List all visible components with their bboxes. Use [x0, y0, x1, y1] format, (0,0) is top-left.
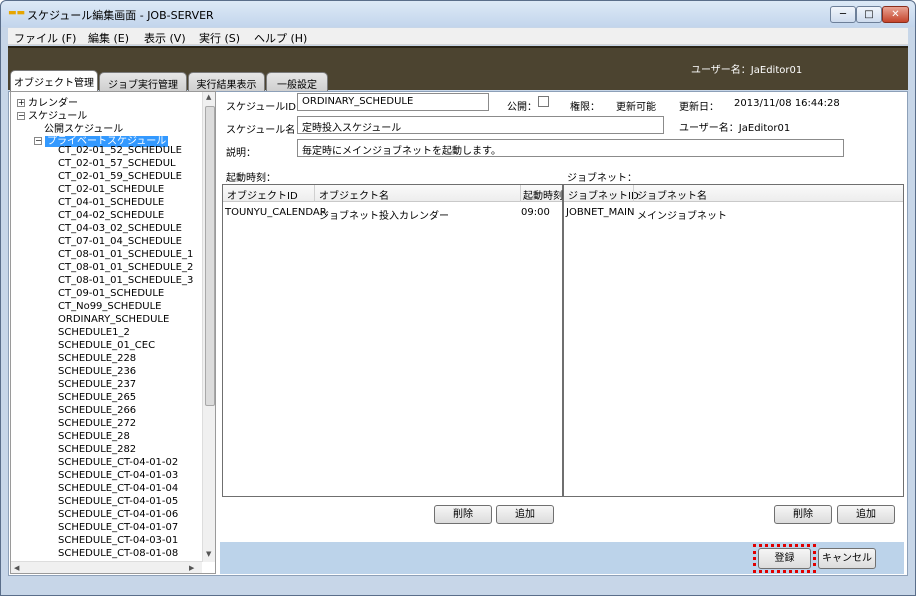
- object-tree: + カレンダー − スケジュール 公開スケジュール − プライベートスケジュール CT…: [10, 91, 216, 574]
- highlight-box: [753, 544, 816, 573]
- permission-value: 更新可能: [616, 102, 656, 113]
- minimize-button[interactable]: ─: [830, 6, 856, 23]
- jobnets-table[interactable]: ジョブネットID ジョブネット名 JOBNET_MAIN メインジョブネット: [563, 184, 904, 497]
- title-bar: ▬▬ スケジュール編集画面 - JOB-SERVER ─ □ ✕: [1, 1, 915, 27]
- tab-job-execution[interactable]: ジョブ実行管理: [99, 72, 187, 91]
- tab-general-settings[interactable]: 一般設定: [266, 72, 328, 91]
- tab-object-management[interactable]: オブジェクト管理: [10, 70, 98, 92]
- tree-item-schedule-entry[interactable]: SCHEDULE_01_CEC: [58, 340, 155, 351]
- scroll-right-icon[interactable]: ▶: [189, 564, 194, 572]
- public-label: 公開：: [507, 102, 537, 113]
- start-times-add-button[interactable]: 追加: [496, 505, 554, 524]
- tree-vertical-scrollbar[interactable]: ▲ ▼: [202, 92, 215, 562]
- schedule-id-field[interactable]: ORDINARY_SCHEDULE: [297, 93, 489, 111]
- jobnets-label: ジョブネット：: [567, 173, 637, 184]
- tree-item-schedule-entry[interactable]: SCHEDULE_CT-08-01-08: [58, 548, 178, 559]
- tree-item-schedule-entry[interactable]: SCHEDULE_CT-04-01-04: [58, 483, 178, 494]
- table-cell[interactable]: JOBNET_MAIN: [566, 207, 635, 218]
- tree-item-schedule-entry[interactable]: CT_04-02_SCHEDULE: [58, 210, 164, 221]
- tree-item-schedule-entry[interactable]: SCHEDULE_237: [58, 379, 136, 390]
- tree-item-schedule-entry[interactable]: SCHEDULE_265: [58, 392, 136, 403]
- scroll-down-icon[interactable]: ▼: [206, 550, 211, 558]
- expand-icon[interactable]: +: [17, 99, 25, 107]
- table-cell[interactable]: ジョブネット投入カレンダー: [319, 207, 449, 222]
- jobnets-header: ジョブネットID ジョブネット名: [564, 185, 903, 202]
- close-button[interactable]: ✕: [882, 6, 909, 23]
- tree-item-schedule-entry[interactable]: SCHEDULE_CT-04-01-03: [58, 470, 178, 481]
- jobnets-add-button[interactable]: 追加: [837, 505, 895, 524]
- public-checkbox[interactable]: [538, 96, 549, 107]
- form-user-label: ユーザー名：JaEditor01: [679, 123, 791, 134]
- menu-bar: ファイル (F) 編集 (E) 表示 (V) 実行 (S) ヘルプ (H): [8, 28, 908, 45]
- menu-view[interactable]: 表示 (V): [144, 30, 186, 46]
- app-window: ▬▬ スケジュール編集画面 - JOB-SERVER ─ □ ✕ ファイル (F…: [0, 0, 916, 596]
- tree-item-schedule-entry[interactable]: CT_No99_SCHEDULE: [58, 301, 162, 312]
- header-user-label: ユーザー名：JaEditor01: [691, 65, 803, 76]
- tree-item-schedule-entry[interactable]: SCHEDULE1_2: [58, 327, 130, 338]
- col-jobnet-name[interactable]: ジョブネット名: [637, 187, 707, 202]
- scroll-thumb[interactable]: [205, 106, 215, 406]
- menu-file[interactable]: ファイル (F): [14, 30, 76, 46]
- maximize-button[interactable]: □: [856, 6, 882, 23]
- jobnets-delete-button[interactable]: 削除: [774, 505, 832, 524]
- window-title: スケジュール編集画面 - JOB-SERVER: [27, 9, 214, 22]
- description-label: 説明：: [226, 148, 256, 159]
- col-object-name[interactable]: オブジェクト名: [319, 187, 389, 202]
- tree-item-schedule-entry[interactable]: SCHEDULE_28: [58, 431, 130, 442]
- tree-horizontal-scrollbar[interactable]: ◀ ▶: [11, 561, 202, 573]
- tree-item-schedule-entry[interactable]: SCHEDULE_282: [58, 444, 136, 455]
- menu-run[interactable]: 実行 (S): [199, 30, 240, 46]
- schedule-name-field[interactable]: 定時投入スケジュール: [297, 116, 664, 134]
- updated-value: 2013/11/08 16:44:28: [734, 98, 840, 109]
- start-times-label: 起動時刻：: [226, 173, 276, 184]
- tree-item-schedule-entry[interactable]: CT_08-01_01_SCHEDULE_2: [58, 262, 193, 273]
- tree-item-schedule-entry[interactable]: SCHEDULE_228: [58, 353, 136, 364]
- tree-item-schedule-entry[interactable]: CT_02-01_59_SCHEDULE: [58, 171, 182, 182]
- table-cell[interactable]: メインジョブネット: [637, 207, 727, 222]
- tree-item-schedule-entry[interactable]: SCHEDULE_CT-04-01-02: [58, 457, 178, 468]
- table-cell[interactable]: 09:00: [521, 207, 550, 218]
- schedule-id-label: スケジュールID：: [226, 102, 306, 113]
- scroll-up-icon[interactable]: ▲: [206, 93, 211, 101]
- tree-item-schedule-entry[interactable]: CT_02-01_57_SCHEDUL: [58, 158, 176, 169]
- start-times-header: オブジェクトID オブジェクト名 起動時刻: [223, 185, 563, 202]
- collapse-icon[interactable]: −: [17, 112, 25, 120]
- status-bar: [8, 577, 908, 593]
- app-icon: ▬▬: [8, 8, 26, 18]
- tree-item-schedule-entry[interactable]: CT_08-01_01_SCHEDULE_3: [58, 275, 193, 286]
- tree-item-schedule-entry[interactable]: SCHEDULE_272: [58, 418, 136, 429]
- scroll-left-icon[interactable]: ◀: [14, 564, 19, 572]
- tab-execution-results[interactable]: 実行結果表示: [188, 72, 265, 91]
- tree-item-schedule-entry[interactable]: CT_04-03_02_SCHEDULE: [58, 223, 182, 234]
- updated-label: 更新日：: [679, 102, 719, 113]
- permission-label: 権限：: [570, 102, 600, 113]
- table-cell[interactable]: TOUNYU_CALENDAR: [225, 207, 327, 218]
- tree-item-schedule-entry[interactable]: SCHEDULE_CT-04-01-05: [58, 496, 178, 507]
- collapse-icon[interactable]: −: [34, 137, 42, 145]
- schedule-name-label: スケジュール名：: [226, 125, 306, 136]
- tree-item-schedule-entry[interactable]: CT_02-01_SCHEDULE: [58, 184, 164, 195]
- cancel-button[interactable]: キャンセル: [818, 548, 876, 569]
- tree-item-schedule-entry[interactable]: CT_02-01_52_SCHEDULE: [58, 145, 182, 156]
- tree-item-schedule-entry[interactable]: CT_04-01_SCHEDULE: [58, 197, 164, 208]
- description-field[interactable]: 毎定時にメインジョブネットを起動します。: [297, 139, 844, 157]
- tree-item-schedule-entry[interactable]: CT_07-01_04_SCHEDULE: [58, 236, 182, 247]
- start-times-table[interactable]: オブジェクトID オブジェクト名 起動時刻 TOUNYU_CALENDAR ジョ…: [222, 184, 563, 497]
- tree-item-schedule-entry[interactable]: ORDINARY_SCHEDULE: [58, 314, 169, 325]
- tree-item-schedule-entry[interactable]: CT_08-01_01_SCHEDULE_1: [58, 249, 193, 260]
- tree-item-schedule-entry[interactable]: SCHEDULE_CT-04-01-06: [58, 509, 178, 520]
- tree-item-schedule-entry[interactable]: CT_09-01_SCHEDULE: [58, 288, 164, 299]
- col-jobnet-id[interactable]: ジョブネットID: [568, 187, 639, 202]
- tree-item-schedule-entry[interactable]: SCHEDULE_236: [58, 366, 136, 377]
- col-object-id[interactable]: オブジェクトID: [227, 187, 298, 202]
- tree-item-schedule-entry[interactable]: SCHEDULE_266: [58, 405, 136, 416]
- menu-edit[interactable]: 編集 (E): [88, 30, 129, 46]
- tree-item-schedule-entry[interactable]: SCHEDULE_CT-04-01-07: [58, 522, 178, 533]
- menu-help[interactable]: ヘルプ (H): [254, 30, 307, 46]
- start-times-delete-button[interactable]: 削除: [434, 505, 492, 524]
- col-start-time[interactable]: 起動時刻: [523, 187, 563, 202]
- tree-item-schedule-entry[interactable]: SCHEDULE_CT-04-03-01: [58, 535, 178, 546]
